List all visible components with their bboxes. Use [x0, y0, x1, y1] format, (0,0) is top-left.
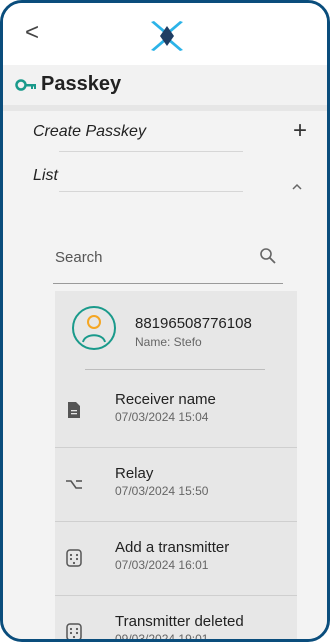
event-title: Transmitter deleted: [115, 613, 244, 630]
list-section-label[interactable]: List: [33, 167, 58, 185]
event-title: Relay: [115, 465, 154, 482]
phone-frame: < Passkey Create Passkey + List Search 8…: [0, 0, 330, 642]
event-date: 09/03/2024 19:01: [115, 632, 209, 642]
list-item[interactable]: Relay 07/03/2024 15:50: [55, 447, 297, 522]
content-area: Create Passkey + List Search 88196508776…: [3, 111, 327, 642]
page-title: Passkey: [41, 73, 122, 95]
passkey-id: 88196508776108: [135, 315, 252, 332]
profile-card[interactable]: 88196508776108 Name: Stefo: [55, 291, 297, 373]
divider: [85, 369, 265, 370]
search-placeholder: Search: [55, 249, 103, 266]
event-title: Receiver name: [115, 391, 216, 408]
back-button[interactable]: <: [25, 21, 39, 45]
relay-icon: [66, 480, 82, 489]
document-icon: [68, 402, 80, 418]
divider: [59, 151, 243, 152]
top-bar: <: [3, 3, 327, 65]
list-item[interactable]: Transmitter deleted 09/03/2024 19:01: [55, 595, 297, 642]
list-item[interactable]: Receiver name 07/03/2024 15:04: [55, 373, 297, 448]
create-passkey-label[interactable]: Create Passkey: [33, 123, 146, 141]
chevron-up-icon[interactable]: [291, 181, 303, 193]
list-item[interactable]: Add a transmitter 07/03/2024 16:01: [55, 521, 297, 596]
search-input[interactable]: Search: [53, 239, 283, 284]
passkey-detail-panel: 88196508776108 Name: Stefo Receiver name…: [55, 291, 297, 642]
brand-logo-icon: [151, 21, 183, 51]
event-date: 07/03/2024 15:50: [115, 484, 209, 498]
user-avatar-icon: [72, 306, 116, 350]
passkey-owner-name: Name: Stefo: [135, 335, 202, 349]
transmitter-icon: [66, 549, 82, 567]
add-passkey-button[interactable]: +: [293, 117, 307, 145]
event-title: Add a transmitter: [115, 539, 230, 556]
search-icon[interactable]: [259, 247, 277, 265]
key-icon: [15, 79, 36, 91]
page-header: Passkey: [3, 65, 327, 111]
transmitter-icon: [66, 623, 82, 639]
divider: [59, 191, 243, 192]
event-date: 07/03/2024 15:04: [115, 410, 209, 424]
event-date: 07/03/2024 16:01: [115, 558, 209, 572]
